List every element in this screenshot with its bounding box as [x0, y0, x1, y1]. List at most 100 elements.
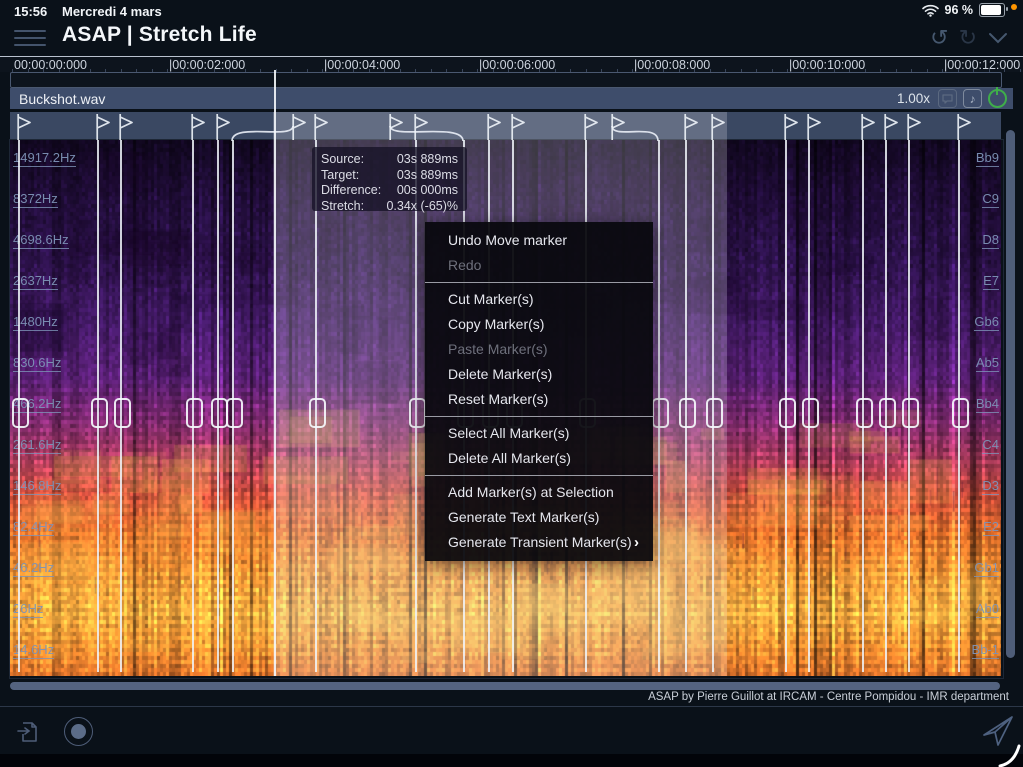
- menu-item-label: Cut Marker(s): [448, 287, 534, 312]
- menu-item-paste-marker-s: Paste Marker(s): [425, 337, 653, 362]
- menu-item-label: Add Marker(s) at Selection: [448, 480, 614, 505]
- tooltip-value: 00s 000ms: [397, 183, 458, 199]
- flag-icon[interactable]: [957, 114, 973, 140]
- submenu-arrow-icon: ›: [634, 530, 639, 555]
- menu-item-label: Generate Transient Marker(s): [448, 530, 632, 555]
- flag-icon[interactable]: [414, 114, 430, 140]
- mic-indicator-dot: [1011, 4, 1017, 10]
- menu-item-delete-marker-s[interactable]: Delete Marker(s): [425, 362, 653, 387]
- import-icon[interactable]: [16, 719, 42, 745]
- battery-percent: 96 %: [945, 3, 974, 17]
- tooltip-label: Stretch:: [321, 199, 364, 215]
- menu-item-reset-marker-s[interactable]: Reset Marker(s): [425, 387, 653, 412]
- ruler-tick: [1004, 69, 1005, 72]
- tooltip-value: 0.34x (-65)%: [386, 199, 458, 215]
- music-note-icon[interactable]: ♪: [963, 89, 982, 108]
- menu-item-generate-transient-marker-s[interactable]: Generate Transient Marker(s)›: [425, 530, 653, 555]
- transport-bar: ◀◀ ▶ 00 h 00 m 03 s 383 ms: [0, 706, 1023, 755]
- menu-divider: [425, 282, 653, 283]
- menu-item-label: Paste Marker(s): [448, 337, 548, 362]
- menu-item-delete-all-marker-s[interactable]: Delete All Marker(s): [425, 446, 653, 471]
- horizontal-scrollbar[interactable]: [10, 682, 1000, 690]
- chevron-down-icon[interactable]: [987, 31, 1009, 45]
- flag-icon[interactable]: [611, 114, 627, 140]
- status-time: 15:56: [14, 4, 47, 19]
- power-icon[interactable]: [988, 89, 1007, 108]
- flag-icon[interactable]: [861, 114, 877, 140]
- ruler-label: 00:00:00:000: [14, 58, 87, 72]
- ruler-label: |00:00:06:000: [479, 58, 555, 72]
- tooltip-row: Target: 03s 889ms: [321, 168, 458, 184]
- loop-lane[interactable]: [10, 72, 1002, 88]
- ruler-label: |00:00:02:000: [169, 58, 245, 72]
- tooltip-value: 03s 889ms: [397, 152, 458, 168]
- ruler-label: |00:00:12:000: [944, 58, 1020, 72]
- context-menu: Undo Move markerRedo Cut Marker(s)Copy Ma…: [425, 222, 653, 561]
- page-title: ASAP | Stretch Life: [62, 23, 257, 47]
- app-window: 15:56 Mercredi 4 mars 96 % ASAP | Stretc…: [0, 0, 1023, 767]
- flag-icon[interactable]: [389, 114, 405, 140]
- vertical-scrollbar[interactable]: [1006, 130, 1015, 658]
- menu-item-redo: Redo: [425, 253, 653, 278]
- comment-icon[interactable]: [938, 89, 957, 108]
- tooltip-value: 03s 889ms: [397, 168, 458, 184]
- menu-item-label: Undo Move marker: [448, 228, 567, 253]
- menu-item-label: Select All Marker(s): [448, 421, 569, 446]
- battery-icon: [979, 3, 1005, 17]
- flag-icon[interactable]: [487, 114, 503, 140]
- menu-item-label: Delete All Marker(s): [448, 446, 571, 471]
- flag-icon[interactable]: [119, 114, 135, 140]
- menu-item-label: Reset Marker(s): [448, 387, 548, 412]
- flag-icon[interactable]: [292, 114, 308, 140]
- flag-icon[interactable]: [191, 114, 207, 140]
- wifi-icon: [922, 4, 939, 17]
- menu-item-label: Redo: [448, 253, 481, 278]
- time-ruler[interactable]: 00:00:00:000 |00:00:02:000 |00:00:04:000 |0…: [0, 56, 1023, 72]
- flag-icon[interactable]: [907, 114, 923, 140]
- record-button[interactable]: [64, 717, 93, 746]
- ruler-tick: [1020, 69, 1021, 72]
- menu-item-generate-text-marker-s[interactable]: Generate Text Marker(s): [425, 505, 653, 530]
- tooltip-row: Source: 03s 889ms: [321, 152, 458, 168]
- title-bar: ASAP | Stretch Life ↺ ↻: [0, 22, 1023, 56]
- credit-text: ASAP by Pierre Guillot at IRCAM - Centre…: [648, 691, 1009, 703]
- track-bar[interactable]: Buckshot.wav 1.00x ♪: [10, 88, 1013, 109]
- stretch-tooltip: Source:03s 889msTarget:03s 889msDifferen…: [312, 147, 467, 211]
- flag-icon[interactable]: [511, 114, 527, 140]
- ruler-label: |00:00:04:000: [324, 58, 400, 72]
- menu-item-select-all-marker-s[interactable]: Select All Marker(s): [425, 421, 653, 446]
- menu-item-label: Delete Marker(s): [448, 362, 552, 387]
- ruler-label: |00:00:10:000: [789, 58, 865, 72]
- flag-icon[interactable]: [314, 114, 330, 140]
- flag-icon[interactable]: [216, 114, 232, 140]
- undo-icon[interactable]: ↺: [930, 27, 948, 49]
- redo-icon: ↻: [959, 27, 977, 49]
- flag-icon[interactable]: [17, 114, 33, 140]
- playback-rate[interactable]: 1.00x: [897, 91, 930, 106]
- menu-item-undo-move-marker[interactable]: Undo Move marker: [425, 228, 653, 253]
- track-name: Buckshot.wav: [19, 91, 105, 107]
- home-indicator-area: [0, 754, 1023, 767]
- menu-divider: [425, 475, 653, 476]
- menu-icon[interactable]: [14, 30, 46, 46]
- menu-item-add-marker-s-at-selection[interactable]: Add Marker(s) at Selection: [425, 480, 653, 505]
- tooltip-label: Source:: [321, 152, 364, 168]
- menu-item-label: Copy Marker(s): [448, 312, 544, 337]
- flag-icon[interactable]: [807, 114, 823, 140]
- flag-icon[interactable]: [584, 114, 600, 140]
- status-date: Mercredi 4 mars: [62, 4, 162, 19]
- status-bar: 15:56 Mercredi 4 mars 96 %: [0, 0, 1023, 22]
- flag-icon[interactable]: [884, 114, 900, 140]
- corner-swipe-arc: [997, 742, 1023, 767]
- flag-icon[interactable]: [684, 114, 700, 140]
- tooltip-label: Target:: [321, 168, 359, 184]
- tooltip-row: Difference: 00s 000ms: [321, 183, 458, 199]
- menu-item-copy-marker-s[interactable]: Copy Marker(s): [425, 312, 653, 337]
- menu-item-cut-marker-s[interactable]: Cut Marker(s): [425, 287, 653, 312]
- tooltip-label: Difference:: [321, 183, 381, 199]
- flag-icon[interactable]: [96, 114, 112, 140]
- tooltip-row: Stretch: 0.34x (-65)%: [321, 199, 458, 215]
- flag-icon[interactable]: [784, 114, 800, 140]
- flag-icon[interactable]: [711, 114, 727, 140]
- menu-item-label: Generate Text Marker(s): [448, 505, 599, 530]
